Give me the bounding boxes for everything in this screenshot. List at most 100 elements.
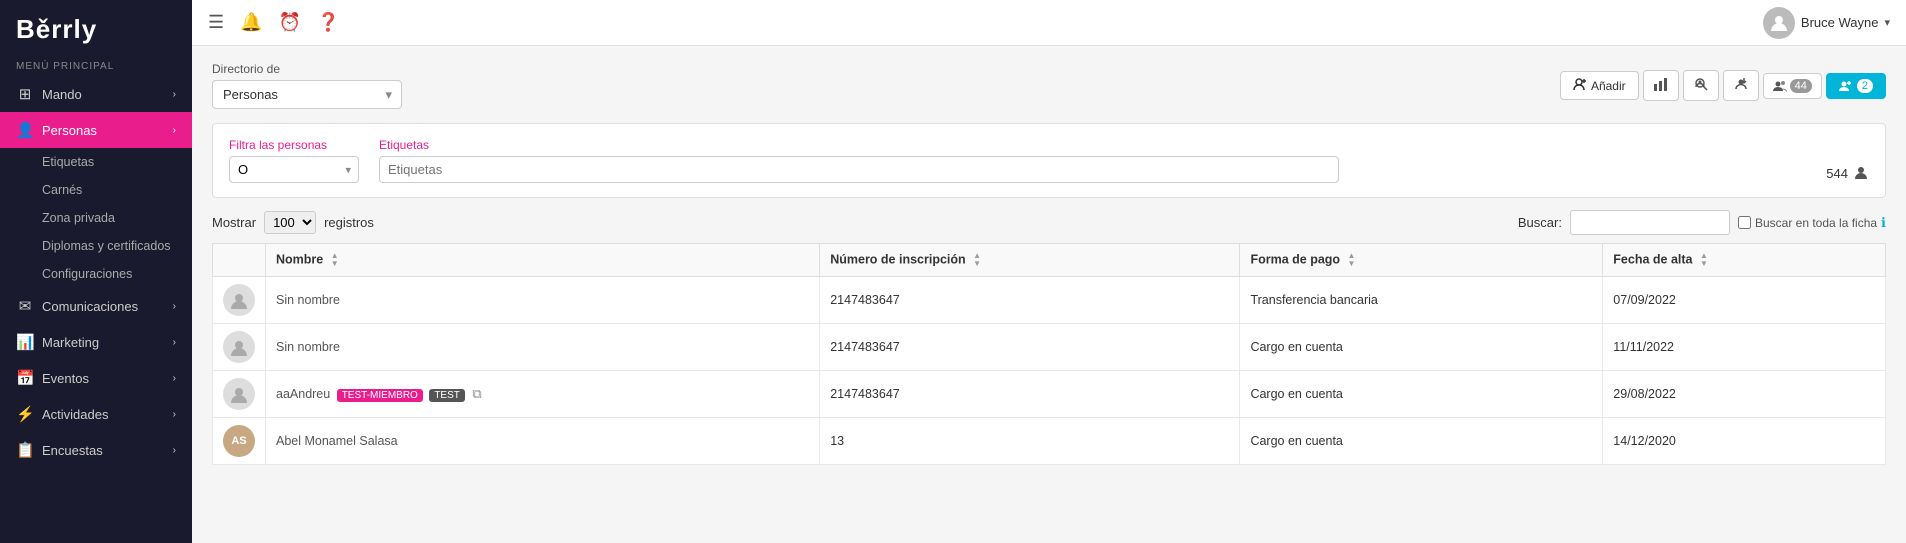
col-pago[interactable]: Forma de pago ▲▼ (1240, 244, 1603, 277)
cell-avatar: AS (213, 418, 266, 465)
members-count: 44 (1790, 79, 1812, 93)
bell-icon[interactable]: 🔔 (240, 12, 262, 33)
sidebar-item-label: Marketing (42, 335, 99, 350)
col-alta[interactable]: Fecha de alta ▲▼ (1603, 244, 1886, 277)
col-nombre[interactable]: Nombre ▲▼ (266, 244, 820, 277)
add-person-icon (1573, 77, 1587, 94)
sidebar-sub-etiquetas[interactable]: Etiquetas (0, 148, 192, 176)
sidebar-item-comunicaciones[interactable]: ✉ Comunicaciones › (0, 288, 192, 324)
sidebar-item-label: Comunicaciones (42, 299, 138, 314)
chevron-right-icon: › (173, 125, 176, 136)
cell-nombre: Abel Monamel Salasa (266, 418, 820, 465)
filter-section: Filtra las personas O ▾ Etiquetas 544 (212, 123, 1886, 198)
person-name-link[interactable]: Sin nombre (276, 340, 340, 354)
search-area: Buscar: Buscar en toda la ficha ℹ (1518, 210, 1886, 235)
add-button-label: Añadir (1591, 79, 1626, 93)
mando-icon: ⊞ (16, 85, 34, 103)
chart-button[interactable] (1643, 70, 1679, 101)
filter-row: Filtra las personas O ▾ Etiquetas 544 (229, 138, 1869, 183)
cell-alta: 07/09/2022 (1603, 277, 1886, 324)
cell-avatar (213, 371, 266, 418)
sidebar-item-marketing[interactable]: 📊 Marketing › (0, 324, 192, 360)
sidebar-item-eventos[interactable]: 📅 Eventos › (0, 360, 192, 396)
topbar: ☰ 🔔 ⏰ ❓ Bruce Wayne ▾ (192, 0, 1906, 46)
help-icon[interactable]: ❓ (317, 12, 339, 33)
cell-nombre: Sin nombre (266, 324, 820, 371)
clock-icon[interactable]: ⏰ (279, 12, 301, 33)
col-inscripcion[interactable]: Número de inscripción ▲▼ (820, 244, 1240, 277)
search-full-record-label[interactable]: Buscar en toda la ficha ℹ (1738, 215, 1886, 231)
sidebar-item-label: Mando (42, 87, 82, 102)
cell-nombre: Sin nombre (266, 277, 820, 324)
cell-inscripcion: 2147483647 (820, 324, 1240, 371)
sidebar-item-mando[interactable]: ⊞ Mando › (0, 76, 192, 112)
info-icon: ℹ (1881, 215, 1886, 231)
page-area: Directorio de Personas ▾ (192, 46, 1906, 543)
toolbar-buttons: Añadir (1560, 70, 1886, 101)
cell-alta: 29/08/2022 (1603, 371, 1886, 418)
directory-select-wrapper: Personas ▾ (212, 80, 402, 109)
import-button[interactable] (1723, 70, 1759, 101)
copy-icon[interactable]: ⧉ (472, 386, 481, 401)
filter-select-wrapper: O ▾ (229, 156, 359, 183)
members-button[interactable]: 44 (1763, 73, 1822, 99)
cell-pago: Cargo en cuenta (1240, 324, 1603, 371)
sort-inscripcion-icon[interactable]: ▲▼ (973, 252, 981, 268)
tag-test: TEST (429, 389, 465, 402)
sidebar-item-actividades[interactable]: ⚡ Actividades › (0, 396, 192, 432)
col-avatar (213, 244, 266, 277)
active-users-button[interactable]: 2 (1826, 73, 1886, 99)
sidebar-item-personas[interactable]: 👤 Personas › (0, 112, 192, 148)
people-table: Nombre ▲▼ Número de inscripción ▲▼ Forma… (212, 243, 1886, 465)
cell-inscripcion: 2147483647 (820, 371, 1240, 418)
sidebar-sub-zona-privada[interactable]: Zona privada (0, 204, 192, 232)
sidebar-sub-carnes[interactable]: Carnés (0, 176, 192, 204)
cell-inscripcion: 2147483647 (820, 277, 1240, 324)
tags-input[interactable] (379, 156, 1339, 183)
search-people-button[interactable] (1683, 70, 1719, 101)
personas-icon: 👤 (16, 121, 34, 139)
encuestas-icon: 📋 (16, 441, 34, 459)
cell-nombre: aaAndreu TEST-MIEMBRO TEST ⧉ (266, 371, 820, 418)
filter-personas-label: Filtra las personas (229, 138, 359, 152)
filter-select[interactable]: O (229, 156, 359, 183)
eventos-icon: 📅 (16, 369, 34, 387)
chevron-right-icon: › (173, 445, 176, 456)
search-full-checkbox[interactable] (1738, 216, 1751, 229)
cell-alta: 14/12/2020 (1603, 418, 1886, 465)
person-avatar (223, 284, 255, 316)
sidebar-item-label: Eventos (42, 371, 89, 386)
sort-nombre-icon[interactable]: ▲▼ (331, 252, 339, 268)
person-count-icon (1853, 164, 1869, 183)
hamburger-icon[interactable]: ☰ (208, 12, 224, 33)
sidebar-item-encuestas[interactable]: 📋 Encuestas › (0, 432, 192, 468)
sidebar-item-label: Actividades (42, 407, 108, 422)
chevron-right-icon: › (173, 301, 176, 312)
sidebar-sub-diplomas[interactable]: Diplomas y certificados (0, 232, 192, 260)
directory-label: Directorio de (212, 62, 402, 76)
sort-alta-icon[interactable]: ▲▼ (1700, 252, 1708, 268)
search-label: Buscar: (1518, 215, 1562, 230)
active-users-count: 2 (1857, 79, 1873, 93)
person-name-link[interactable]: Sin nombre (276, 293, 340, 307)
sidebar-sub-configuraciones[interactable]: Configuraciones (0, 260, 192, 288)
person-avatar (223, 331, 255, 363)
chevron-right-icon: › (173, 409, 176, 420)
username: Bruce Wayne (1801, 15, 1879, 30)
search-input[interactable] (1570, 210, 1730, 235)
directory-section: Directorio de Personas ▾ (212, 62, 402, 109)
sort-pago-icon[interactable]: ▲▼ (1348, 252, 1356, 268)
person-name-link[interactable]: aaAndreu (276, 387, 330, 401)
count-value: 544 (1826, 166, 1848, 181)
cell-avatar (213, 324, 266, 371)
directory-select[interactable]: Personas (212, 80, 402, 109)
comunicaciones-icon: ✉ (16, 297, 34, 315)
person-avatar-photo: AS (223, 425, 255, 457)
person-name-link[interactable]: Abel Monamel Salasa (276, 434, 398, 448)
tag-miembro: TEST-MIEMBRO (337, 389, 423, 402)
add-button[interactable]: Añadir (1560, 71, 1639, 100)
records-per-page-select[interactable]: 100 50 25 (264, 211, 316, 234)
actividades-icon: ⚡ (16, 405, 34, 423)
chevron-right-icon: › (173, 337, 176, 348)
user-menu[interactable]: Bruce Wayne ▾ (1763, 7, 1890, 39)
